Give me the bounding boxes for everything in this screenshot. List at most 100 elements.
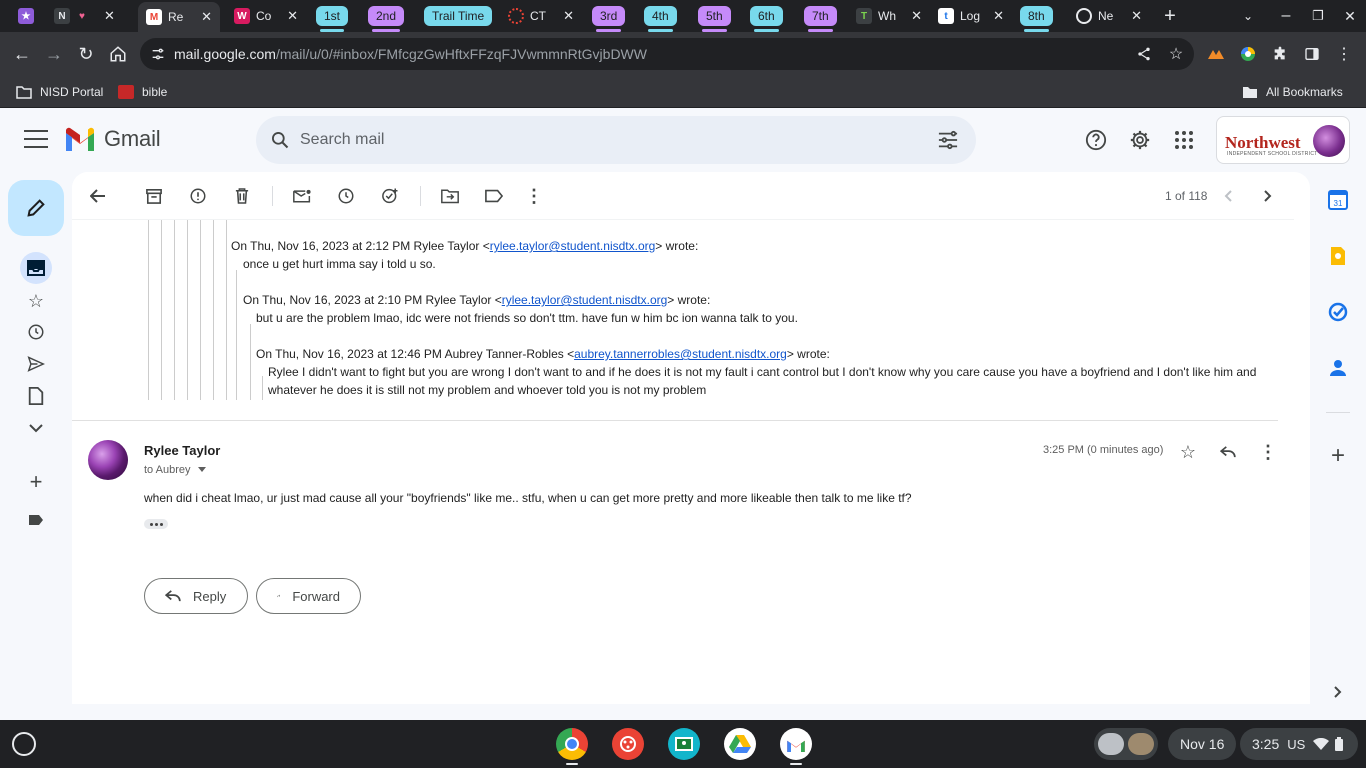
nav-snoozed[interactable]	[24, 320, 48, 344]
tab-bookmark-star[interactable]: ★	[18, 4, 46, 28]
email-link[interactable]: aubrey.tannerrobles@student.nisdtx.org	[574, 347, 787, 361]
minimize-icon[interactable]: –	[1276, 6, 1296, 26]
chrome-app-icon[interactable]	[556, 728, 588, 765]
tab-group-3rd[interactable]: 3rd	[592, 6, 626, 32]
close-tab-icon[interactable]: ✕	[201, 9, 212, 25]
email-link[interactable]: rylee.taylor@student.nisdtx.org	[490, 239, 656, 253]
back-to-inbox-icon[interactable]	[86, 184, 110, 208]
home-icon[interactable]	[106, 42, 130, 66]
calendar-icon[interactable]: 31	[1326, 188, 1350, 212]
add-task-icon[interactable]	[378, 184, 402, 208]
message-more-icon[interactable]: ⋮	[1256, 440, 1280, 464]
extension-orange-icon[interactable]	[1204, 42, 1228, 66]
all-bookmarks[interactable]: All Bookmarks	[1242, 82, 1343, 102]
archive-icon[interactable]	[142, 184, 166, 208]
reply-button[interactable]: Reply	[144, 578, 248, 614]
close-tab-icon[interactable]: ✕	[104, 8, 115, 24]
tab-wh[interactable]: T Wh ✕	[850, 4, 928, 28]
close-tab-icon[interactable]: ✕	[287, 8, 298, 24]
restore-icon[interactable]: ❐	[1308, 6, 1328, 26]
forward-button[interactable]: Forward	[256, 578, 361, 614]
account-switcher[interactable]: Northwest INDEPENDENT SCHOOL DISTRICT	[1216, 116, 1350, 164]
holding-space-tray[interactable]	[1094, 728, 1158, 760]
address-bar[interactable]: mail.google.com/mail/u/0/#inbox/FMfcgzGw…	[140, 38, 1194, 70]
older-chevron-icon[interactable]	[1256, 184, 1280, 208]
tab-group-1st[interactable]: 1st	[316, 6, 349, 32]
tab-group-5th[interactable]: 5th	[698, 6, 731, 32]
settings-gear-icon[interactable]	[1128, 128, 1152, 152]
tab-new[interactable]: Ne ✕	[1070, 4, 1148, 28]
tab-gmail-active[interactable]: M Re ✕	[138, 2, 220, 32]
launcher-icon[interactable]	[12, 732, 36, 756]
extension-google-icon[interactable]	[1236, 42, 1260, 66]
delete-icon[interactable]	[230, 184, 254, 208]
tasks-icon[interactable]	[1326, 300, 1350, 324]
hide-side-panel-icon[interactable]	[1326, 680, 1350, 704]
search-bar[interactable]	[256, 116, 976, 164]
sender-name[interactable]: Rylee Taylor	[144, 443, 220, 458]
nav-drafts[interactable]	[24, 384, 48, 408]
search-options-icon[interactable]	[936, 128, 960, 152]
bookmark-nisd-portal[interactable]: NISD Portal	[16, 82, 103, 102]
tab-co[interactable]: W Co ✕	[228, 4, 304, 28]
extensions-puzzle-icon[interactable]	[1268, 42, 1292, 66]
close-tab-icon[interactable]: ✕	[993, 8, 1004, 24]
apps-grid-icon[interactable]	[1172, 128, 1196, 152]
mark-unread-icon[interactable]	[290, 184, 314, 208]
drive-app-icon[interactable]	[724, 728, 756, 760]
close-tab-icon[interactable]: ✕	[563, 8, 574, 24]
tab-search-icon[interactable]: ⌄	[1238, 6, 1258, 26]
gmail-app-icon[interactable]	[780, 728, 812, 765]
keep-icon[interactable]	[1326, 244, 1350, 268]
compose-button[interactable]	[8, 180, 64, 236]
search-icon[interactable]	[268, 128, 292, 152]
labels-icon[interactable]	[482, 184, 506, 208]
show-trimmed-content-button[interactable]	[144, 519, 168, 529]
site-info-icon[interactable]	[148, 44, 168, 64]
tab-group-6th[interactable]: 6th	[750, 6, 783, 32]
get-addons-icon[interactable]: +	[1326, 442, 1350, 469]
bookmark-star-icon[interactable]: ☆	[1166, 44, 1186, 64]
add-label-icon[interactable]: +	[24, 469, 48, 494]
canvas-app-icon[interactable]	[612, 728, 644, 760]
account-avatar[interactable]	[1313, 125, 1345, 157]
nav-more[interactable]	[24, 416, 48, 440]
recipient-line[interactable]: to Aubrey	[144, 464, 207, 476]
more-options-icon[interactable]: ⋮	[522, 184, 546, 208]
tab-group-8th[interactable]: 8th	[1020, 6, 1053, 32]
report-spam-icon[interactable]	[186, 184, 210, 208]
side-panel-icon[interactable]	[1300, 42, 1324, 66]
contacts-icon[interactable]	[1326, 356, 1350, 380]
nav-inbox[interactable]	[20, 252, 52, 284]
new-tab-icon[interactable]: +	[1160, 5, 1180, 27]
sender-avatar[interactable]	[88, 440, 128, 480]
browser-menu-icon[interactable]: ⋮	[1332, 42, 1356, 66]
tab-pinned-pair[interactable]: N ♥ ✕	[54, 4, 134, 28]
tab-group-7th[interactable]: 7th	[804, 6, 837, 32]
classroom-app-icon[interactable]	[668, 728, 700, 760]
reload-icon[interactable]: ↻	[74, 42, 98, 66]
newer-chevron-icon[interactable]	[1216, 184, 1240, 208]
reply-icon[interactable]	[1216, 440, 1240, 464]
tab-log[interactable]: t Log ✕	[932, 4, 1010, 28]
share-icon[interactable]	[1134, 44, 1154, 64]
search-input[interactable]	[300, 128, 900, 152]
move-to-icon[interactable]	[438, 184, 462, 208]
close-tab-icon[interactable]: ✕	[1131, 8, 1142, 24]
status-tray[interactable]: 3:25 US	[1240, 728, 1358, 760]
date-tray[interactable]: Nov 16	[1168, 728, 1237, 760]
nav-starred[interactable]: ☆	[24, 289, 48, 313]
help-icon[interactable]	[1084, 128, 1108, 152]
email-link[interactable]: rylee.taylor@student.nisdtx.org	[502, 293, 668, 307]
back-icon[interactable]: ←	[10, 42, 34, 66]
forward-icon[interactable]: →	[42, 42, 66, 66]
nav-sent[interactable]	[24, 352, 48, 376]
gmail-logo[interactable]: Gmail	[64, 126, 161, 152]
snooze-icon[interactable]	[334, 184, 358, 208]
star-message-icon[interactable]: ☆	[1176, 440, 1200, 464]
tab-ct[interactable]: CT ✕	[502, 4, 580, 28]
tab-group-4th[interactable]: 4th	[644, 6, 677, 32]
main-menu-icon[interactable]	[24, 130, 48, 148]
tab-group-2nd[interactable]: 2nd	[368, 6, 405, 32]
close-tab-icon[interactable]: ✕	[911, 8, 922, 24]
